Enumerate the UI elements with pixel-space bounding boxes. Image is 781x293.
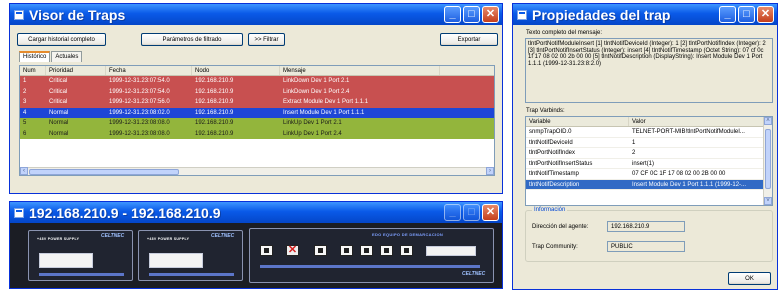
maximize-icon[interactable]: □ [463, 6, 480, 23]
brand-logo: CELTNEC [211, 233, 235, 239]
scroll-down-icon[interactable]: ˅ [764, 197, 772, 205]
brand-logo: CELTNEC [462, 271, 486, 277]
table-row[interactable]: 2 Critical 1999-12-31.23:07:54.0 192.168… [20, 86, 494, 97]
panel-stripe [149, 273, 234, 276]
filter-button[interactable]: >> Filtrar [248, 33, 285, 46]
table-row[interactable]: 5 Normal 1999-12-31.23:08:08.0 192.168.2… [20, 118, 494, 129]
varbind-row[interactable]: snmpTrapOID.0 TELNET-PORT-MIB!tlntPortNo… [526, 127, 772, 138]
maximize-icon[interactable]: □ [738, 6, 755, 23]
window-icon [14, 207, 24, 218]
panel-stripe [260, 265, 480, 268]
close-icon[interactable]: ✕ [482, 204, 499, 221]
scroll-thumb[interactable] [29, 169, 179, 175]
varbinds-label: Trap Varbinds: [526, 108, 565, 114]
traps-table: Num Prioridad Fecha Nodo Mensaje 1 Criti… [19, 65, 495, 176]
console-port[interactable] [426, 246, 476, 256]
message-label: Texto completo del mensaje: [526, 30, 603, 36]
table-header: Num Prioridad Fecha Nodo Mensaje [20, 66, 494, 76]
tab-historico[interactable]: Histórico [19, 51, 51, 62]
col-message[interactable]: Mensaje [280, 66, 440, 75]
port-2-1[interactable] [314, 245, 327, 256]
load-history-button[interactable]: Cargar historial completo [17, 33, 106, 46]
agent-address-field[interactable]: 192.168.210.9 [607, 221, 685, 232]
table-row-selected[interactable]: 4 Normal 1999-12-31.23:08:02.0 192.168.2… [20, 107, 494, 118]
close-icon[interactable]: ✕ [757, 6, 774, 23]
maximize-icon[interactable]: □ [463, 204, 480, 221]
scroll-right-icon[interactable]: › [486, 167, 494, 175]
trap-community-field[interactable]: PUBLIC [607, 241, 685, 252]
varbind-row[interactable]: tlntPortNotifInsertStatus insert(1) [526, 159, 772, 169]
trap-community-label: Trap Community: [532, 244, 578, 250]
psu-slot [149, 253, 203, 268]
device-window-title: 192.168.210.9 - 192.168.210.9 [29, 204, 221, 221]
minimize-icon[interactable]: _ [444, 6, 461, 23]
port-2-2[interactable] [340, 245, 353, 256]
col-date[interactable]: Fecha [106, 66, 192, 75]
demarcation-module[interactable]: EDO EQUIPO DE DEMARCACION ✕ CELTNEC [249, 228, 494, 283]
col-num[interactable]: Num [20, 66, 46, 75]
tab-actuales[interactable]: Actuales [51, 51, 83, 62]
table-row[interactable]: 1 Critical 1999-12-31.23:07:54.0 192.168… [20, 76, 494, 87]
port-2-3[interactable] [360, 245, 373, 256]
traps-titlebar[interactable]: Visor de Traps _ □ ✕ [10, 4, 502, 25]
varbind-row-selected[interactable]: tlntNotifDescription Insert Module Dev 1… [526, 179, 772, 190]
col-node[interactable]: Nodo [192, 66, 280, 75]
vertical-scrollbar[interactable]: ˄ ˅ [763, 117, 772, 205]
table-row[interactable]: 6 Normal 1999-12-31.23:08:08.0 192.168.2… [20, 128, 494, 139]
varbind-row[interactable]: tlntNotifTimestamp 07 CF 0C 1F 17 08 02 … [526, 169, 772, 180]
port-2-4[interactable] [380, 245, 393, 256]
port-1-1[interactable] [260, 245, 273, 256]
port-error-icon[interactable]: ✕ [286, 245, 299, 256]
close-icon[interactable]: ✕ [482, 6, 499, 23]
scroll-left-icon[interactable]: ‹ [20, 167, 28, 175]
col-value[interactable]: Valor [629, 117, 764, 126]
message-text-area[interactable]: tlntPortNotifModuleInsert [1] tlntNotifD… [525, 38, 773, 103]
col-priority[interactable]: Prioridad [46, 66, 106, 75]
horizontal-scrollbar[interactable]: ‹ › [20, 167, 494, 175]
props-titlebar[interactable]: Propiedades del trap _ □ ✕ [513, 4, 777, 25]
props-window-title: Propiedades del trap [532, 6, 671, 23]
traps-window-title: Visor de Traps [29, 6, 126, 23]
varbinds-header: Variable Valor [526, 117, 772, 127]
varbind-row[interactable]: tlntNotifDeviceId 1 [526, 138, 772, 148]
export-button[interactable]: Exportar [440, 33, 498, 46]
psu-label: +48V POWER SUPPLY [37, 237, 80, 241]
col-variable[interactable]: Variable [526, 117, 629, 126]
ok-button[interactable]: OK [728, 272, 771, 285]
filter-params-button[interactable]: Parámetros de filtrado [141, 33, 243, 46]
scroll-thumb[interactable] [765, 129, 771, 189]
varbind-row[interactable]: tlntPortNotifIndex 2 [526, 148, 772, 159]
info-groupbox: Información Dirección del agente: 192.16… [525, 207, 773, 262]
psu-label: +48V POWER SUPPLY [147, 237, 190, 241]
module-banner: EDO EQUIPO DE DEMARCACION [372, 232, 444, 237]
psu-slot [39, 253, 93, 268]
scroll-up-icon[interactable]: ˄ [764, 117, 772, 125]
brand-logo: CELTNEC [101, 233, 125, 239]
window-icon [14, 9, 24, 20]
table-row[interactable]: 3 Critical 1999-12-31.23:07:56.0 192.168… [20, 97, 494, 108]
device-titlebar[interactable]: 192.168.210.9 - 192.168.210.9 _ □ ✕ [10, 202, 502, 223]
device-chassis: +48V POWER SUPPLY CELTNEC +48V POWER SUP… [10, 223, 502, 288]
varbinds-table: Variable Valor snmpTrapOID.0 TELNET-PORT… [525, 116, 773, 206]
port-2-5[interactable] [400, 245, 413, 256]
minimize-icon[interactable]: _ [719, 6, 736, 23]
power-supply-1[interactable]: +48V POWER SUPPLY CELTNEC [28, 230, 133, 281]
trap-properties-window: Propiedades del trap _ □ ✕ Texto complet… [512, 3, 778, 290]
minimize-icon[interactable]: _ [444, 204, 461, 221]
traps-window: Visor de Traps _ □ ✕ Cargar historial co… [9, 3, 503, 194]
panel-stripe [39, 273, 124, 276]
device-window: 192.168.210.9 - 192.168.210.9 _ □ ✕ +48V… [9, 201, 503, 289]
power-supply-2[interactable]: +48V POWER SUPPLY CELTNEC [138, 230, 243, 281]
window-icon [517, 9, 527, 20]
info-group-title: Información [532, 207, 568, 213]
agent-address-label: Dirección del agente: [532, 224, 589, 230]
